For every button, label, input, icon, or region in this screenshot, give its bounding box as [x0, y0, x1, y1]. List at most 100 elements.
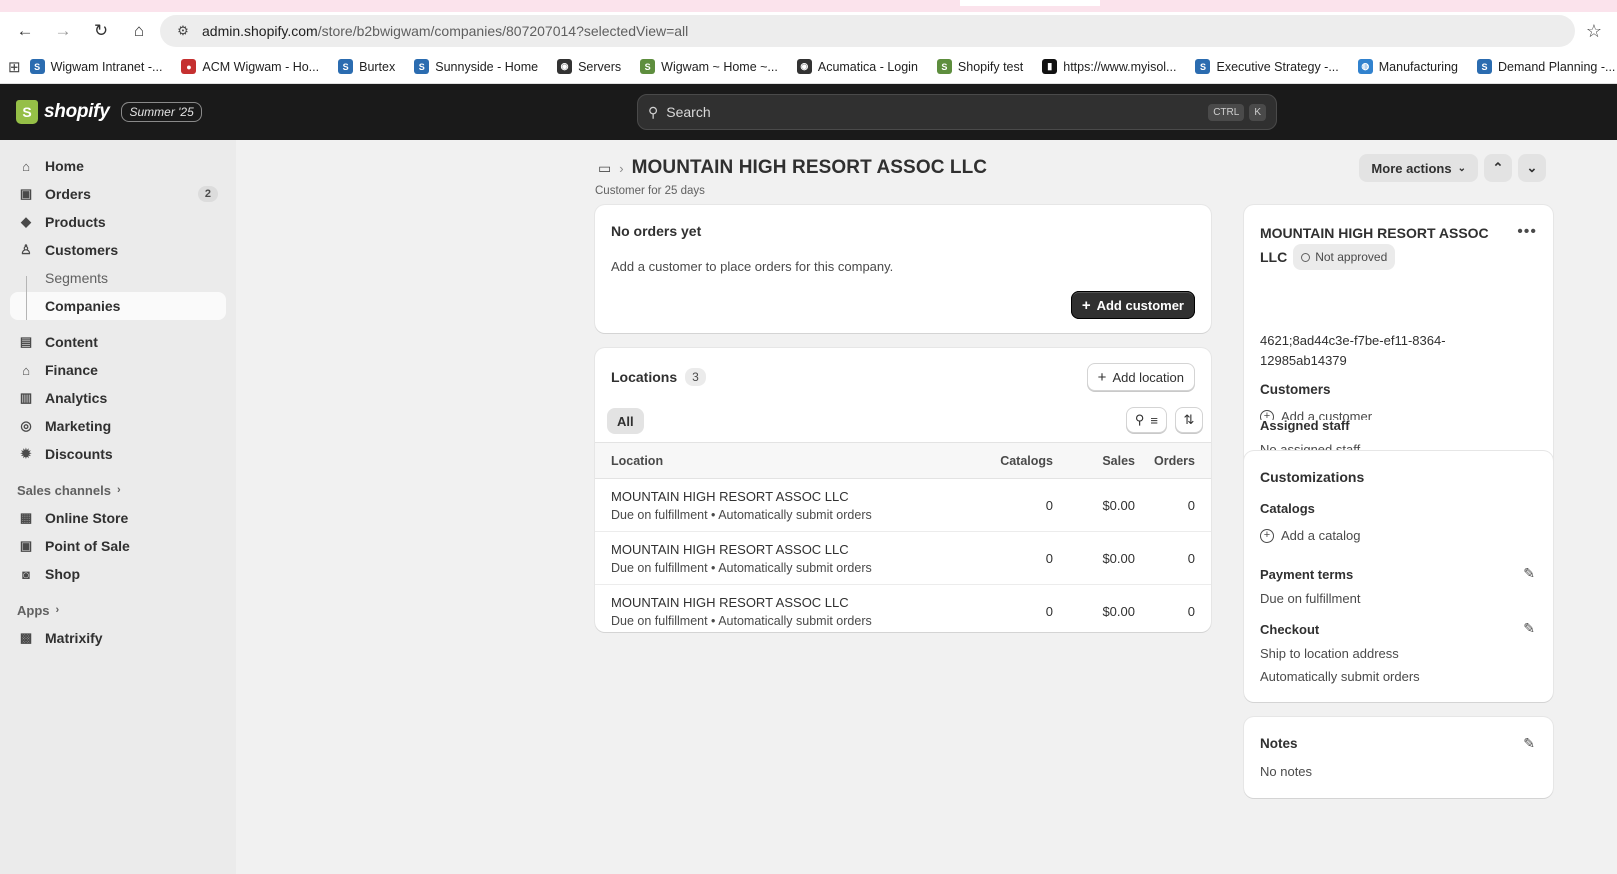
sidebar-item-orders[interactable]: ▣ Orders 2: [0, 180, 236, 208]
bookmark-item[interactable]: S Executive Strategy -...: [1186, 54, 1348, 80]
apps-header[interactable]: Apps ›: [0, 596, 236, 624]
home-icon: ⌂: [22, 158, 30, 174]
search-icon: ⚲: [1134, 412, 1145, 427]
table-row[interactable]: MOUNTAIN HIGH RESORT ASSOC LLC Due on ful…: [595, 585, 1211, 638]
location-name[interactable]: MOUNTAIN HIGH RESORT ASSOC LLC: [611, 542, 975, 557]
table-row[interactable]: MOUNTAIN HIGH RESORT ASSOC LLC Due on ful…: [595, 479, 1211, 532]
shopify-logo[interactable]: S shopify Summer '25: [0, 100, 202, 124]
bookmark-item[interactable]: S Burtex: [329, 54, 405, 80]
col-orders[interactable]: Orders: [1135, 454, 1211, 468]
col-sales[interactable]: Sales: [1053, 454, 1135, 468]
browser-address-bar: ← → ↻ ⌂ ⚙ admin.shopify.com/store/b2bwig…: [0, 12, 1617, 50]
bookmark-label: Sunnyside - Home: [435, 59, 539, 74]
sidebar-item-online-store[interactable]: ▦ Online Store: [0, 504, 236, 532]
sidebar-item-home[interactable]: ⌂ Home: [0, 152, 236, 180]
col-catalogs[interactable]: Catalogs: [975, 454, 1053, 468]
location-name[interactable]: MOUNTAIN HIGH RESORT ASSOC LLC: [611, 595, 975, 610]
sidebar-item-point-of-sale[interactable]: ▣ Point of Sale: [0, 532, 236, 560]
apps-grid-icon[interactable]: ⊞: [8, 58, 21, 76]
payment-terms-value: Due on fulfillment: [1260, 591, 1361, 606]
sidebar-item-products[interactable]: ◆ Products: [0, 208, 236, 236]
previous-button[interactable]: ⌃: [1484, 154, 1512, 182]
col-location[interactable]: Location: [595, 454, 975, 468]
next-button[interactable]: ⌄: [1518, 154, 1546, 182]
bookmark-item[interactable]: S Sunnyside - Home: [405, 54, 548, 80]
site-info-icon[interactable]: ⚙: [170, 20, 196, 42]
more-options-icon[interactable]: •••: [1517, 223, 1537, 241]
company-icon[interactable]: ▭: [598, 160, 611, 177]
orders-cell: 0: [1187, 604, 1195, 619]
search-filter-button[interactable]: ⚲ ≡: [1125, 407, 1167, 433]
sidebar-item-customers[interactable]: ♙ Customers: [0, 236, 236, 264]
sidebar-item-marketing[interactable]: ◎ Marketing: [0, 412, 236, 440]
url-field[interactable]: ⚙ admin.shopify.com/store/b2bwigwam/comp…: [160, 15, 1575, 47]
location-name[interactable]: MOUNTAIN HIGH RESORT ASSOC LLC: [611, 489, 975, 504]
sort-button[interactable]: ⇅: [1175, 407, 1203, 433]
location-cell: MOUNTAIN HIGH RESORT ASSOC LLC Due on ful…: [595, 595, 975, 628]
add-customer-button[interactable]: + Add customer: [1070, 291, 1195, 319]
reload-icon[interactable]: ↻: [84, 15, 118, 47]
edit-checkout-pencil-icon[interactable]: ✎: [1523, 620, 1535, 637]
bookmark-item[interactable]: S Demand Planning -...: [1468, 54, 1617, 80]
locations-count: 3: [685, 368, 706, 386]
sidebar-item-companies[interactable]: Companies: [10, 292, 226, 320]
bookmark-item[interactable]: ◍ Manufacturing: [1349, 54, 1468, 80]
bookmark-favicon-icon: S: [29, 59, 45, 74]
bookmark-item[interactable]: ▮ https://www.myisol...: [1033, 54, 1186, 80]
search-bar[interactable]: ⚲ Search CTRL K: [637, 94, 1277, 130]
add-customer-label: Add customer: [1096, 297, 1184, 313]
bookmark-item[interactable]: ◉ Acumatica - Login: [788, 54, 928, 80]
sidebar-item-analytics[interactable]: ▥ Analytics: [0, 384, 236, 412]
sidebar-item-content[interactable]: ▤ Content: [0, 328, 236, 356]
sidebar-item-discounts[interactable]: ✹ Discounts: [0, 440, 236, 468]
search-placeholder: Search: [666, 104, 711, 120]
bookmark-item[interactable]: S Wigwam ~ Home ~...: [631, 54, 788, 80]
bookmark-item[interactable]: S Wigwam Intranet -...: [21, 54, 173, 80]
notes-heading: Notes: [1260, 736, 1298, 751]
bookmark-label: Servers: [578, 59, 622, 74]
home-icon[interactable]: ⌂: [122, 15, 156, 47]
edit-payment-terms-pencil-icon[interactable]: ✎: [1523, 565, 1535, 582]
forward-icon[interactable]: →: [46, 15, 80, 47]
person-icon: ♙: [20, 242, 32, 257]
sidebar-item-label: Shop: [45, 566, 80, 582]
sidebar-item-segments[interactable]: Segments: [0, 264, 236, 292]
sidebar-item-matrixify[interactable]: ▩ Matrixify: [0, 624, 236, 652]
bookmark-label: Wigwam ~ Home ~...: [661, 59, 778, 74]
add-a-catalog-link[interactable]: + Add a catalog: [1260, 528, 1361, 543]
edition-badge[interactable]: Summer '25: [121, 102, 202, 122]
orders-card-body: Add a customer to place orders for this …: [611, 259, 894, 274]
url-path: /store/b2bwigwam/companies/807207014?sel…: [317, 23, 689, 39]
add-location-button[interactable]: + Add location: [1086, 363, 1195, 391]
sidebar-item-label: Online Store: [45, 510, 129, 526]
bank-icon: ⌂: [22, 362, 30, 378]
bookmark-item[interactable]: ◉ Servers: [548, 54, 631, 80]
table-row[interactable]: MOUNTAIN HIGH RESORT ASSOC LLC Due on ful…: [595, 532, 1211, 585]
shortcut-ctrl: CTRL: [1208, 103, 1245, 121]
sidebar-item-finance[interactable]: ⌂ Finance: [0, 356, 236, 384]
locations-table: Location Catalogs Sales Orders MOUNTAIN …: [595, 442, 1211, 638]
breadcrumb-chevron-icon: ›: [619, 160, 624, 176]
main-content: ▭ › MOUNTAIN HIGH RESORT ASSOC LLC Custo…: [236, 140, 1617, 874]
location-cell: MOUNTAIN HIGH RESORT ASSOC LLC Due on ful…: [595, 489, 975, 522]
edit-notes-pencil-icon[interactable]: ✎: [1523, 735, 1535, 752]
bookmarks-bar: ⊞ S Wigwam Intranet -... ● ACM Wigwam - Ho.…: [0, 50, 1617, 84]
page-title: MOUNTAIN HIGH RESORT ASSOC LLC: [631, 157, 988, 178]
back-icon[interactable]: ←: [8, 15, 42, 47]
company-card: MOUNTAIN HIGH RESORT ASSOC LLC Not appro…: [1244, 205, 1553, 437]
company-name-line1: MOUNTAIN HIGH RESORT ASSOC: [1260, 225, 1489, 241]
table-header: Location Catalogs Sales Orders: [595, 442, 1211, 479]
tab-all[interactable]: All: [607, 408, 644, 434]
location-meta: Due on fulfillment • Automatically submi…: [611, 507, 872, 522]
customers-label: Customers: [1260, 382, 1331, 397]
more-actions-button[interactable]: More actions ⌄: [1359, 154, 1478, 182]
sidebar-item-label: Content: [45, 334, 98, 350]
shopify-topbar: S shopify Summer '25 ⚲ Search CTRL K: [0, 84, 1617, 140]
locations-heading: Locations: [611, 369, 678, 385]
bookmark-star-icon[interactable]: ☆: [1579, 21, 1609, 42]
sales-channels-header[interactable]: Sales channels ›: [0, 476, 236, 504]
bookmark-favicon-icon: S: [640, 59, 656, 74]
sidebar-item-shop[interactable]: ◙ Shop: [0, 560, 236, 588]
bookmark-item[interactable]: S Shopify test: [928, 54, 1033, 80]
bookmark-item[interactable]: ● ACM Wigwam - Ho...: [172, 54, 329, 80]
